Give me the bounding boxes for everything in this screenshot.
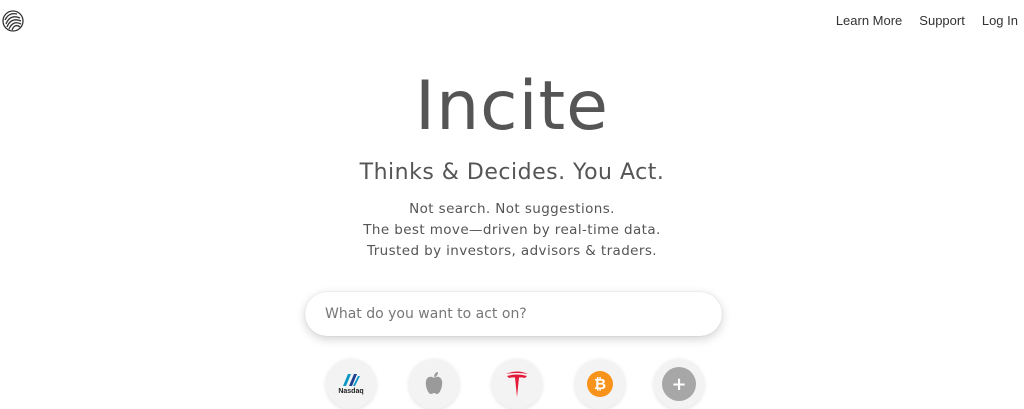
hero: Incite Thinks & Decides. You Act. Not se…	[0, 62, 1024, 262]
nasdaq-button[interactable]: Nasdaq	[326, 359, 376, 409]
apple-button[interactable]	[409, 359, 459, 409]
support-link[interactable]: Support	[919, 13, 965, 28]
tesla-button[interactable]	[492, 359, 542, 409]
learn-more-link[interactable]: Learn More	[836, 13, 902, 28]
add-button[interactable]: +	[654, 359, 704, 409]
description-line: Trusted by investors, advisors & traders…	[367, 243, 657, 259]
description: Not search. Not suggestions. The best mo…	[0, 199, 1024, 262]
description-line: Not search. Not suggestions.	[409, 201, 615, 217]
bitcoin-icon: ₿	[587, 371, 613, 397]
page-title: Incite	[415, 67, 609, 146]
plus-icon: +	[662, 367, 696, 401]
quick-actions: Nasdaq ₿ +	[0, 359, 1024, 409]
nasdaq-label: Nasdaq	[338, 388, 364, 395]
nasdaq-icon	[343, 374, 360, 386]
apple-icon	[425, 372, 443, 394]
search-input[interactable]	[305, 306, 722, 322]
tesla-icon	[506, 371, 528, 397]
bitcoin-button[interactable]: ₿	[575, 359, 625, 409]
top-nav: Learn More Support Log In	[836, 13, 1018, 28]
tagline: Thinks & Decides. You Act.	[359, 160, 665, 185]
fingerprint-icon[interactable]	[2, 10, 24, 32]
description-line: The best move—driven by real-time data.	[363, 222, 661, 238]
login-link[interactable]: Log In	[982, 13, 1018, 28]
search-box	[305, 292, 722, 336]
